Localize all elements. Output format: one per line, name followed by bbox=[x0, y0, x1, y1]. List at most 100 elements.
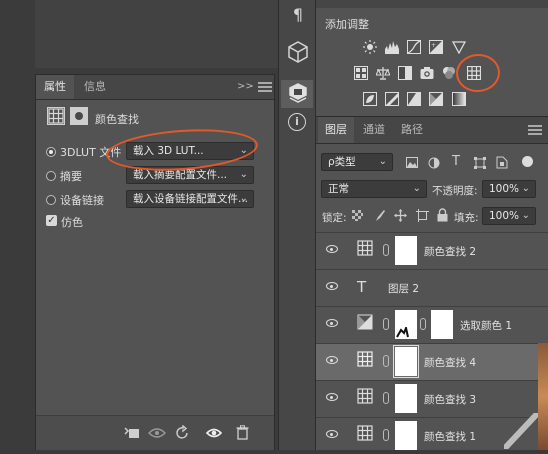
layer-row[interactable]: 颜色查找 4 bbox=[316, 343, 548, 380]
delete-icon[interactable] bbox=[236, 425, 249, 440]
filter-toggle-icon[interactable] bbox=[522, 156, 533, 167]
3d-layers-icon[interactable] bbox=[288, 83, 308, 105]
invert-icon[interactable] bbox=[363, 92, 377, 106]
visibility-icon[interactable] bbox=[206, 427, 222, 439]
info-icon[interactable]: i bbox=[288, 113, 306, 131]
visibility-eye-icon[interactable] bbox=[326, 356, 338, 364]
color-lookup-icon bbox=[47, 107, 65, 125]
properties-bottom-bar bbox=[36, 415, 274, 450]
blend-mode-dropdown[interactable]: 正常 ⌄ bbox=[321, 180, 427, 198]
chevron-down-icon: ⌄ bbox=[239, 193, 248, 204]
link-chain-icon[interactable] bbox=[383, 355, 389, 367]
selective-color-icon[interactable] bbox=[429, 92, 443, 106]
radio-3dlut[interactable] bbox=[46, 147, 56, 157]
blend-mode-value: 正常 bbox=[328, 183, 349, 195]
hue-saturation-icon[interactable] bbox=[354, 66, 368, 80]
smart-object-filter-icon[interactable] bbox=[496, 156, 508, 169]
color-balance-icon[interactable] bbox=[376, 66, 390, 80]
exposure-icon[interactable]: + bbox=[429, 40, 443, 54]
tab-info[interactable]: 信息 bbox=[76, 75, 114, 99]
color-lookup-icon bbox=[357, 425, 373, 441]
posterize-icon[interactable] bbox=[385, 92, 399, 106]
channel-mixer-icon[interactable] bbox=[442, 66, 456, 80]
collapse-panel-button[interactable]: >> bbox=[237, 81, 254, 92]
lock-artboard-icon[interactable] bbox=[416, 209, 429, 222]
lock-all-icon[interactable] bbox=[437, 208, 448, 222]
type-filter-icon[interactable]: T bbox=[452, 154, 460, 169]
layer-mask-icon[interactable] bbox=[70, 107, 88, 125]
opacity-label: 不透明度: bbox=[432, 185, 478, 197]
panel-menu-icon[interactable] bbox=[528, 125, 542, 135]
shape-filter-icon[interactable] bbox=[474, 157, 486, 169]
lock-transparency-icon[interactable] bbox=[352, 210, 363, 221]
dither-checkbox[interactable]: ✓ bbox=[46, 215, 57, 226]
fill-input[interactable]: 100% ⌄ bbox=[482, 207, 536, 225]
device-link-dropdown-value: 载入设备链接配置文件... bbox=[133, 193, 249, 205]
layer-filter-value: ρ类型 bbox=[328, 156, 356, 168]
layer-mask-thumbnail[interactable] bbox=[395, 384, 417, 413]
link-chain-icon[interactable] bbox=[383, 392, 389, 404]
chevron-down-icon: ⌄ bbox=[521, 210, 530, 221]
layer-name: 图层 2 bbox=[388, 283, 420, 295]
label-abstract: 摘要 bbox=[60, 170, 82, 183]
link-chain-icon[interactable] bbox=[383, 318, 389, 330]
clip-to-layer-icon[interactable] bbox=[124, 426, 140, 440]
tab-paths[interactable]: 路径 bbox=[394, 117, 430, 143]
link-chain-icon[interactable] bbox=[383, 429, 389, 441]
layer-row[interactable]: 选取颜色 1 bbox=[316, 306, 548, 343]
pixel-filter-icon[interactable] bbox=[406, 157, 418, 168]
radio-abstract[interactable] bbox=[46, 171, 56, 181]
visibility-eye-icon[interactable] bbox=[326, 430, 338, 438]
fill-value: 100% bbox=[489, 210, 520, 222]
lock-position-icon[interactable] bbox=[394, 209, 407, 222]
text-layer-icon: T bbox=[357, 278, 367, 296]
chevron-down-icon: ⌄ bbox=[412, 183, 421, 194]
color-lookup-icon bbox=[357, 351, 373, 367]
layer-name: 颜色查找 4 bbox=[424, 357, 477, 369]
layer-name: 颜色查找 1 bbox=[424, 431, 477, 443]
adjustment-filter-icon[interactable] bbox=[428, 157, 440, 169]
3d-cube-icon[interactable] bbox=[288, 41, 308, 63]
chevron-down-icon: ⌄ bbox=[378, 156, 387, 167]
layer-mask-thumbnail[interactable] bbox=[393, 345, 419, 378]
layer-mask-thumbnail[interactable] bbox=[431, 310, 453, 339]
layer-row[interactable]: T 图层 2 bbox=[316, 269, 548, 306]
vibrance-icon[interactable] bbox=[452, 40, 466, 54]
tool-column: ¶ i bbox=[278, 0, 316, 450]
visibility-eye-icon[interactable] bbox=[326, 245, 338, 253]
layer-row[interactable]: 颜色查找 2 bbox=[316, 232, 548, 269]
threshold-icon[interactable] bbox=[407, 92, 421, 106]
visibility-eye-icon[interactable] bbox=[326, 282, 338, 290]
radio-device-link[interactable] bbox=[46, 195, 56, 205]
levels-icon[interactable] bbox=[385, 40, 399, 54]
link-chain-icon[interactable] bbox=[420, 318, 426, 330]
adjustments-title: 添加调整 bbox=[325, 18, 369, 31]
tab-channels[interactable]: 通道 bbox=[356, 117, 392, 143]
tab-properties[interactable]: 属性 bbox=[36, 75, 74, 99]
photo-filter-icon[interactable] bbox=[420, 66, 434, 80]
visibility-eye-icon[interactable] bbox=[326, 319, 338, 327]
paragraph-icon[interactable]: ¶ bbox=[285, 2, 311, 28]
curves-icon[interactable] bbox=[407, 40, 421, 54]
view-previous-icon[interactable] bbox=[148, 426, 166, 440]
chevron-down-icon: ⌄ bbox=[521, 183, 530, 194]
device-link-dropdown[interactable]: 载入设备链接配置文件... ⌄ bbox=[126, 190, 254, 208]
tab-layers[interactable]: 图层 bbox=[318, 117, 354, 143]
adjustments-tab-bar bbox=[316, 0, 548, 8]
reset-icon[interactable] bbox=[176, 425, 190, 440]
gradient-map-icon[interactable] bbox=[452, 92, 466, 106]
layer-filter-dropdown[interactable]: ρ类型 ⌄ bbox=[321, 153, 393, 171]
brightness-icon[interactable] bbox=[363, 40, 377, 54]
layer-mask-thumbnail[interactable] bbox=[395, 310, 417, 339]
chevron-down-icon: ⌄ bbox=[239, 169, 248, 180]
visibility-eye-icon[interactable] bbox=[326, 393, 338, 401]
lock-image-icon[interactable] bbox=[374, 209, 386, 222]
link-chain-icon[interactable] bbox=[383, 244, 389, 256]
opacity-input[interactable]: 100% ⌄ bbox=[482, 180, 536, 198]
panel-menu-icon[interactable] bbox=[258, 82, 272, 92]
layer-row[interactable]: 颜色查找 3 bbox=[316, 380, 548, 417]
black-white-icon[interactable] bbox=[398, 66, 412, 80]
layer-mask-thumbnail[interactable] bbox=[395, 421, 417, 450]
layer-mask-thumbnail[interactable] bbox=[395, 236, 417, 265]
selective-color-icon bbox=[357, 314, 373, 330]
